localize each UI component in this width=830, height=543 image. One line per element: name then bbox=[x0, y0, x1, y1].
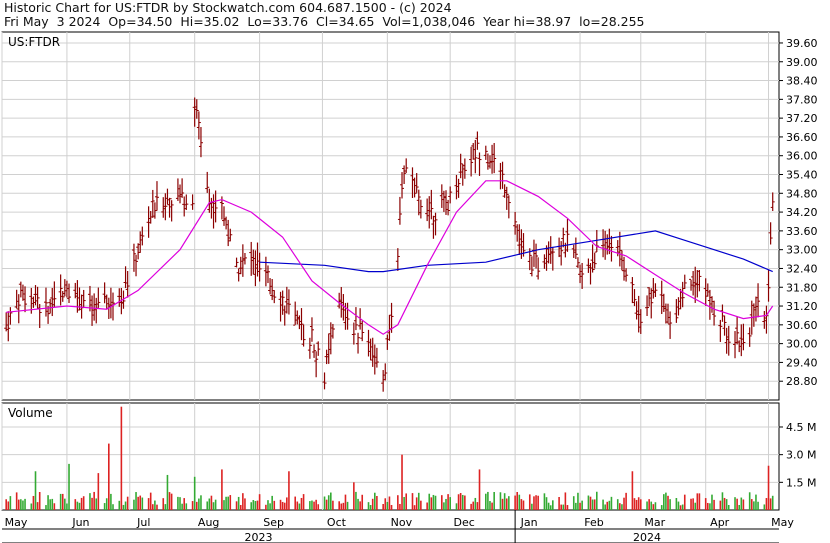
month-tick-label: Jul bbox=[136, 516, 150, 529]
price-tick-label: 29.40 bbox=[786, 356, 818, 369]
volume-tick-label: 1.5 M bbox=[786, 476, 816, 489]
year-label: 2024 bbox=[633, 531, 661, 543]
volume-tick-label: 4.5 M bbox=[786, 421, 816, 434]
volume-tick-label: 3.0 M bbox=[786, 449, 816, 462]
price-tick-label: 36.00 bbox=[786, 150, 818, 163]
price-tick-label: 31.80 bbox=[786, 281, 818, 294]
price-tick-label: 39.60 bbox=[786, 37, 818, 50]
month-tick-label: Aug bbox=[198, 516, 219, 529]
price-tick-label: 32.40 bbox=[786, 262, 818, 275]
volume-label: Volume bbox=[8, 406, 53, 420]
month-tick-label: Apr bbox=[710, 516, 730, 529]
volume-panel bbox=[1, 402, 780, 511]
symbol-label: US:FTDR bbox=[8, 35, 60, 49]
price-tick-label: 37.80 bbox=[786, 93, 818, 106]
price-tick-label: 34.20 bbox=[786, 206, 818, 219]
month-tick-label: Jan bbox=[520, 516, 538, 529]
price-tick-label: 36.60 bbox=[786, 131, 818, 144]
price-tick-label: 28.80 bbox=[786, 375, 818, 388]
price-tick-label: 33.00 bbox=[786, 244, 818, 257]
price-tick-label: 37.20 bbox=[786, 112, 818, 125]
month-tick-label: Sep bbox=[263, 516, 284, 529]
month-tick-label: May bbox=[5, 516, 28, 529]
price-tick-label: 30.00 bbox=[786, 338, 818, 351]
price-volume-chart: May Jun Jul Aug Sep Oct Nov Dec Jan Feb Mar Apr May 3… bbox=[1, 31, 818, 543]
chart-window: Historic Chart for US:FTDR by Stockwatch… bbox=[0, 0, 830, 543]
month-tick-label: Nov bbox=[391, 516, 413, 529]
month-tick-label: Oct bbox=[327, 516, 347, 529]
month-tick-label: Mar bbox=[644, 516, 665, 529]
price-tick-label: 30.60 bbox=[786, 319, 818, 332]
month-tick-label: Dec bbox=[454, 516, 475, 529]
year-label: 2023 bbox=[245, 531, 273, 543]
month-tick-label: May bbox=[771, 516, 794, 529]
price-panel bbox=[1, 31, 780, 401]
price-tick-label: 33.60 bbox=[786, 225, 818, 238]
price-tick-label: 31.20 bbox=[786, 300, 818, 313]
month-tick-label: Jun bbox=[71, 516, 89, 529]
price-tick-label: 34.80 bbox=[786, 187, 818, 200]
price-tick-label: 35.40 bbox=[786, 169, 818, 182]
price-tick-label: 39.00 bbox=[786, 56, 818, 69]
price-tick-label: 38.40 bbox=[786, 75, 818, 88]
month-tick-label: Feb bbox=[584, 516, 603, 529]
